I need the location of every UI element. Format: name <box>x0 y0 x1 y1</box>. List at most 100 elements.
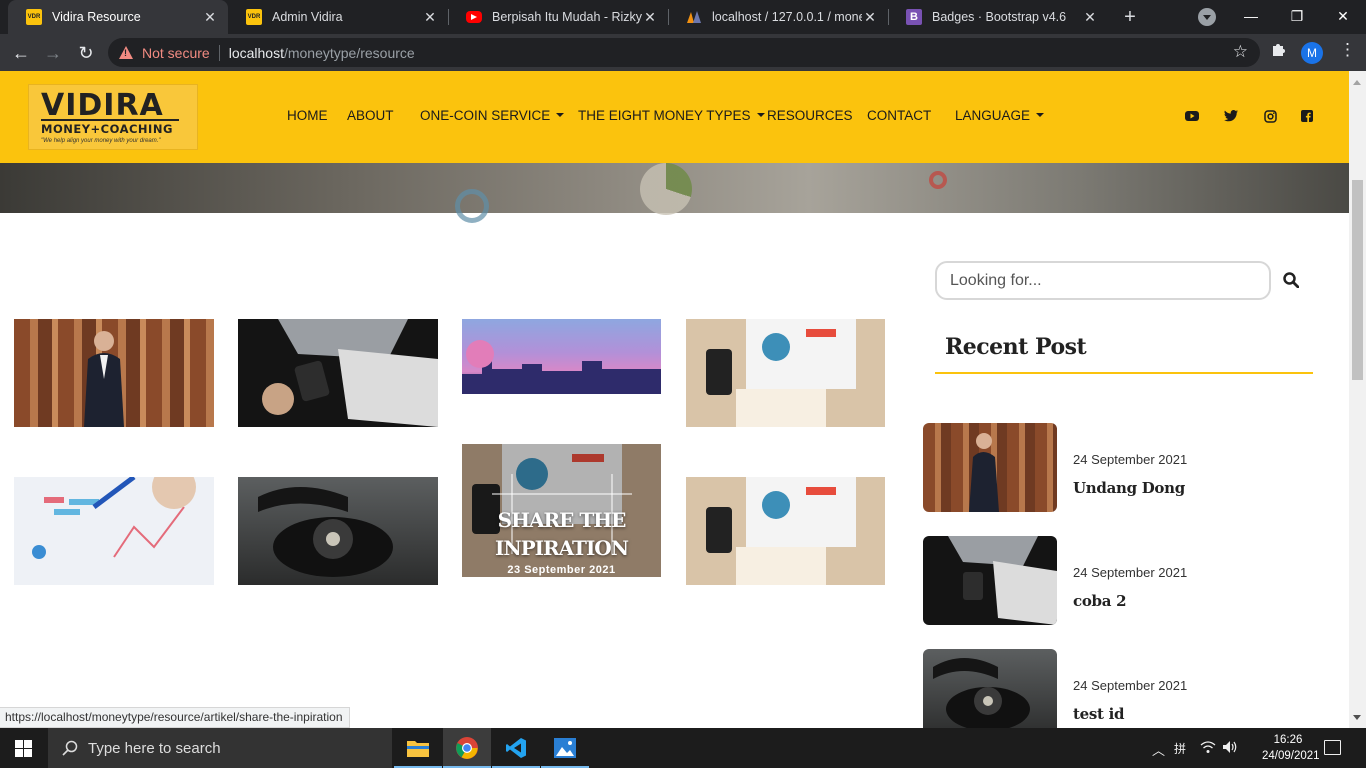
recent-post-title[interactable]: coba 2 <box>1073 592 1127 610</box>
volume-speaker-icon[interactable] <box>1222 740 1238 757</box>
nav-label: THE EIGHT MONEY TYPES <box>578 108 751 123</box>
menu-kebab-icon[interactable]: ⋮ <box>1339 40 1356 60</box>
nav-eight-money-types[interactable]: THE EIGHT MONEY TYPES <box>578 108 765 123</box>
tab-youtube[interactable]: Berpisah Itu Mudah - Rizky Fe ✕ <box>448 0 668 34</box>
recent-post-thumbnail[interactable] <box>923 649 1057 728</box>
gallery-item-chart-paper-photo[interactable] <box>14 477 214 585</box>
close-tab-icon[interactable]: ✕ <box>642 9 658 26</box>
url-host: localhost <box>228 44 284 61</box>
tab-search-icon[interactable] <box>1198 8 1216 26</box>
reload-icon[interactable]: ↻ <box>73 40 99 66</box>
close-tab-icon[interactable]: ✕ <box>1082 9 1098 26</box>
notification-center-icon[interactable] <box>1324 740 1341 755</box>
new-tab-button[interactable]: + <box>1118 5 1142 29</box>
status-bar-link-preview: https://localhost/moneytype/resource/art… <box>0 707 350 728</box>
system-clock[interactable]: 16:26 24/09/2021 <box>1262 732 1320 764</box>
chrome-icon <box>456 737 478 759</box>
profile-avatar[interactable]: M <box>1301 42 1323 64</box>
gallery-item-share-the-inpiration-card[interactable]: SHARE THE INPIRATION 23 September 2021 <box>462 444 661 577</box>
hero-pie-chart-decoration <box>640 163 692 215</box>
recent-post-thumbnail[interactable] <box>923 423 1057 512</box>
youtube-icon[interactable] <box>1185 109 1199 123</box>
page-scrollbar[interactable] <box>1349 71 1366 728</box>
recent-post-date: 24 September 2021 <box>1073 452 1188 467</box>
nav-label: ONE-COIN SERVICE <box>420 108 551 123</box>
close-tab-icon[interactable]: ✕ <box>862 9 878 26</box>
clock-date: 24/09/2021 <box>1262 750 1320 762</box>
input-method-icon[interactable]: 拼 <box>1174 740 1186 757</box>
logo-wordmark: VIDIRA <box>41 88 164 123</box>
recent-post-title[interactable]: Undang Dong <box>1073 479 1185 497</box>
caret-down-icon <box>756 113 765 117</box>
charts-paper-illustration <box>706 477 856 585</box>
search-icon[interactable] <box>1283 272 1300 289</box>
taskbar-search-box[interactable]: Type here to search <box>48 728 392 768</box>
logo-tagline: "We help align your money with your drea… <box>41 138 161 144</box>
businessman-figure <box>84 331 124 427</box>
taskbar-file-explorer[interactable] <box>394 728 442 768</box>
tab-title: Admin Vidira <box>272 10 343 24</box>
skyline-silhouette <box>462 340 661 394</box>
omnibox-divider <box>218 44 220 61</box>
twitter-icon[interactable] <box>1224 109 1238 123</box>
close-tab-icon[interactable]: ✕ <box>422 9 438 26</box>
gallery-item-businessman-photo[interactable] <box>14 319 214 427</box>
nav-resources[interactable]: RESOURCES <box>767 108 853 123</box>
nav-home[interactable]: HOME <box>287 108 328 123</box>
vidira-favicon-icon: VDR <box>26 9 42 25</box>
network-wifi-icon[interactable] <box>1200 740 1216 757</box>
recent-post-date: 24 September 2021 <box>1073 678 1188 693</box>
nav-label: LANGUAGE <box>955 108 1031 123</box>
site-logo[interactable]: VIDIRA MONEY+COACHING "We help align you… <box>28 84 198 150</box>
minimize-button[interactable]: — <box>1228 0 1274 32</box>
phpmyadmin-icon <box>686 9 702 25</box>
back-arrow-icon[interactable]: ← <box>8 40 34 66</box>
instagram-icon[interactable] <box>1263 109 1277 123</box>
taskbar-chrome[interactable] <box>443 728 491 768</box>
caret-down-icon <box>556 113 565 117</box>
nav-language[interactable]: LANGUAGE <box>955 108 1045 123</box>
gallery-item-charts-phone-photo-2[interactable] <box>686 477 885 585</box>
tab-admin-vidira[interactable]: VDR Admin Vidira ✕ <box>228 0 448 34</box>
tab-vidira-resource[interactable]: VDR Vidira Resource ✕ <box>8 0 228 34</box>
facebook-icon[interactable] <box>1300 109 1314 123</box>
forward-arrow-icon[interactable]: → <box>40 40 66 66</box>
extensions-puzzle-icon[interactable] <box>1270 42 1286 63</box>
restore-button[interactable]: ❐ <box>1274 0 1320 32</box>
windows-start-icon[interactable] <box>15 740 32 757</box>
bookmark-star-icon[interactable]: ☆ <box>1233 42 1248 62</box>
taskbar-photos[interactable] <box>541 728 589 768</box>
youtube-icon <box>466 11 482 23</box>
tab-title: Vidira Resource <box>52 10 141 24</box>
tab-phpmyadmin[interactable]: localhost / 127.0.0.1 / money ✕ <box>668 0 888 34</box>
gallery-item-city-skyline-illustration[interactable] <box>462 319 661 394</box>
recent-post-date: 24 September 2021 <box>1073 565 1188 580</box>
laptop-phone-illustration <box>262 319 438 427</box>
warning-icon <box>119 46 133 59</box>
close-window-button[interactable]: ✕ <box>1320 0 1366 32</box>
nav-about[interactable]: ABOUT <box>347 108 394 123</box>
vscode-icon <box>506 738 526 758</box>
scroll-up-arrow-icon[interactable] <box>1353 76 1361 85</box>
recent-post-thumbnail[interactable] <box>923 536 1057 625</box>
recent-post-title[interactable]: test id <box>1073 705 1124 723</box>
close-tab-icon[interactable]: ✕ <box>202 9 218 26</box>
scroll-down-arrow-icon[interactable] <box>1353 715 1361 724</box>
address-bar[interactable]: Not secure localhost/moneytype/resource … <box>108 38 1260 67</box>
nav-contact[interactable]: CONTACT <box>867 108 931 123</box>
scrollbar-thumb[interactable] <box>1352 180 1363 380</box>
folder-icon <box>407 741 429 757</box>
security-label[interactable]: Not secure <box>142 45 210 61</box>
sidebar-search-input[interactable] <box>935 261 1271 300</box>
gallery-item-charts-phone-photo[interactable] <box>686 319 885 427</box>
taskbar-vscode[interactable] <box>492 728 540 768</box>
featured-post-title: SHARE THE INPIRATION <box>494 508 629 560</box>
tab-bootstrap[interactable]: B Badges · Bootstrap v4.6 ✕ <box>888 0 1108 34</box>
gallery-item-phone-laptop-photo[interactable] <box>238 319 438 427</box>
nav-one-coin-service[interactable]: ONE-COIN SERVICE <box>420 108 565 123</box>
gallery-item-rotary-phone-photo[interactable] <box>238 477 438 585</box>
rotary-phone-illustration <box>933 658 1030 728</box>
taskbar-search-placeholder: Type here to search <box>88 739 221 757</box>
businessman-figure <box>969 433 999 512</box>
show-hidden-icons-chevron-icon[interactable]: ︿ <box>1152 740 1165 759</box>
